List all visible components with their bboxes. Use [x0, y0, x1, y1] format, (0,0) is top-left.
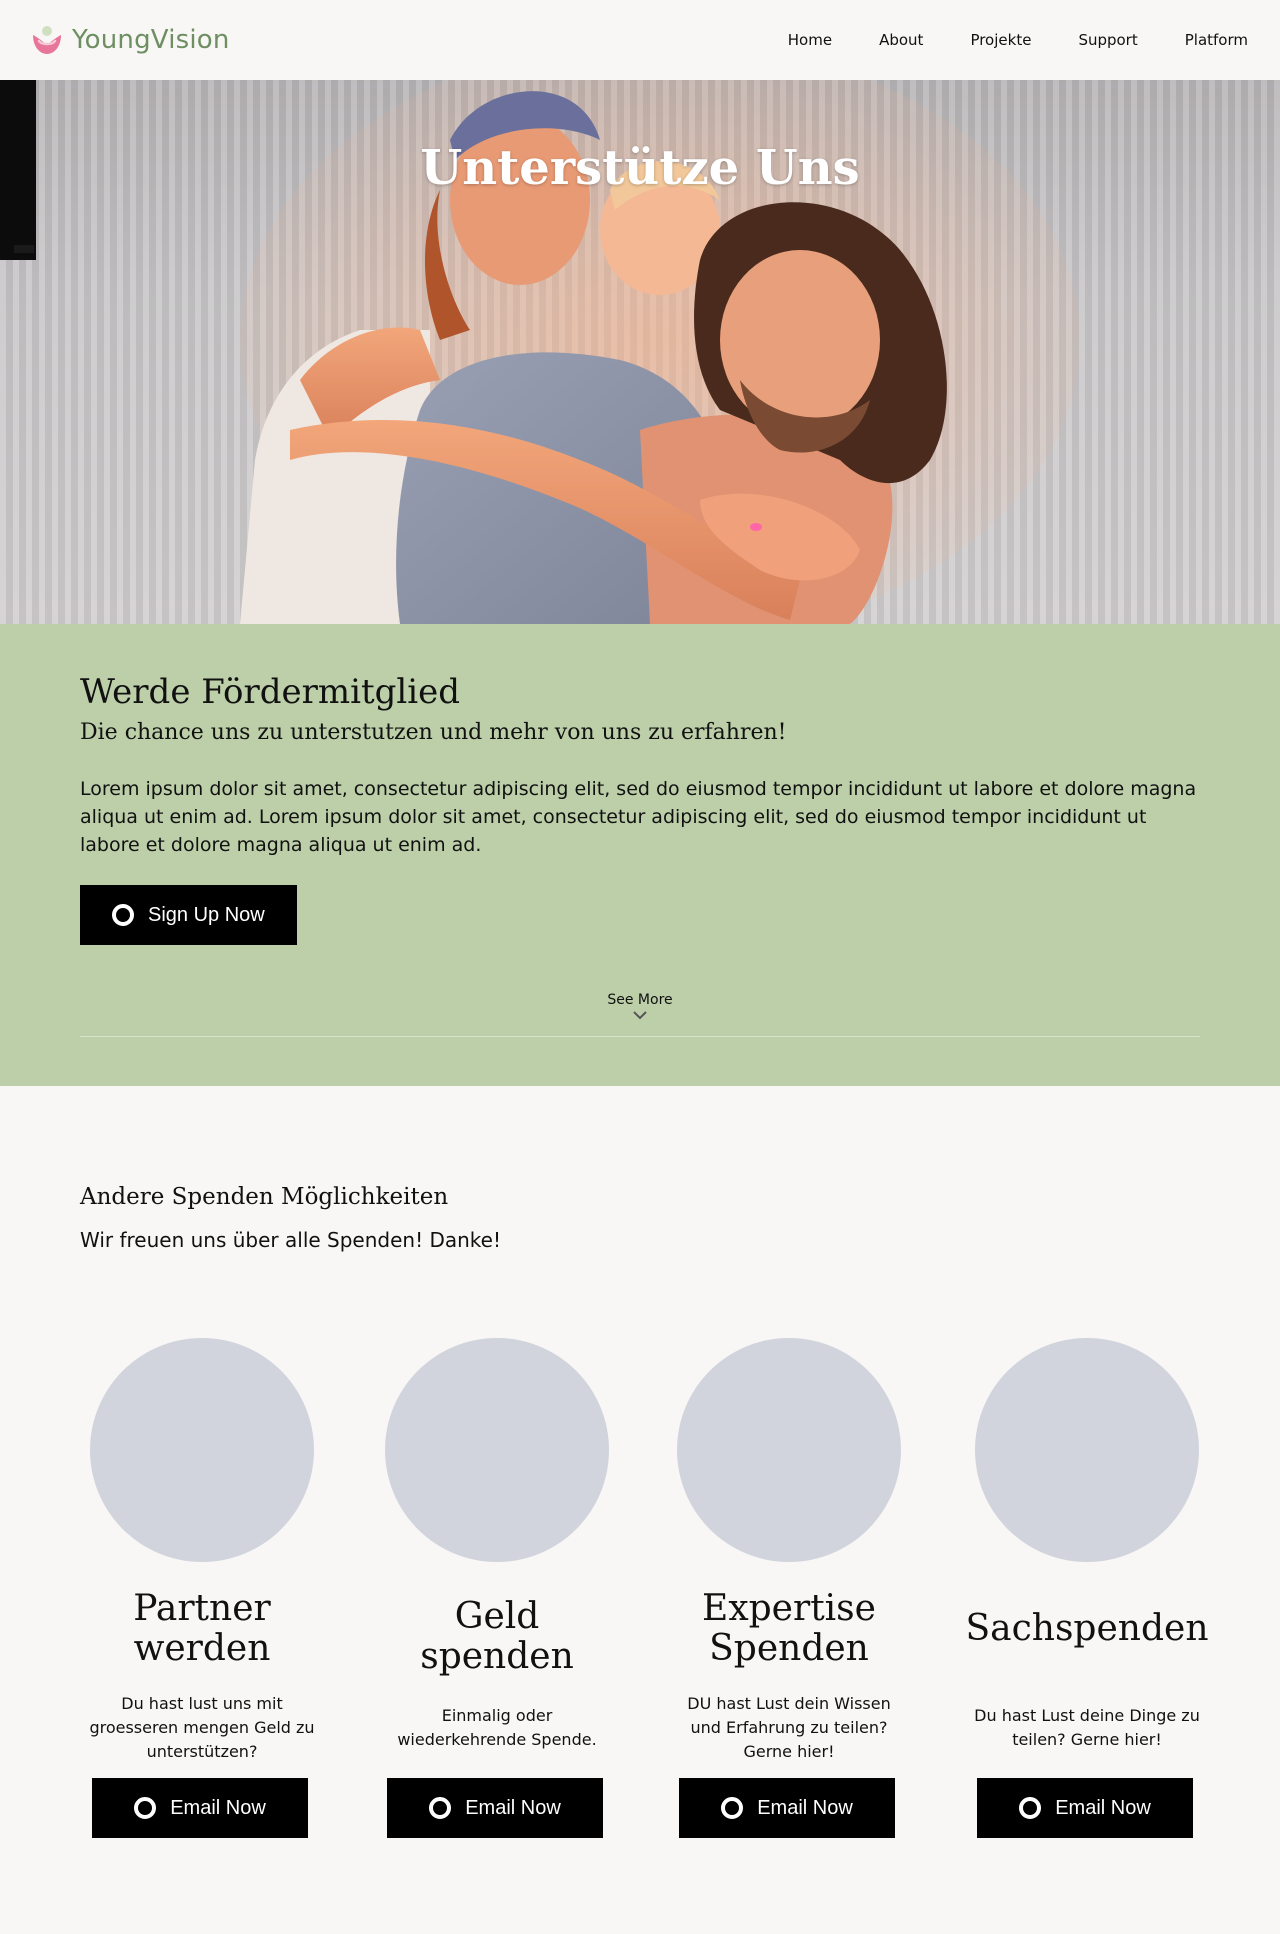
site-header: YoungVision Home About Projekte Support …: [0, 0, 1280, 80]
ring-icon: [429, 1797, 452, 1819]
email-now-label: Email Now: [465, 1796, 561, 1819]
card-image-placeholder: [677, 1338, 901, 1562]
logo-icon: [33, 26, 61, 54]
hero-banner: Unterstütze Uns: [0, 80, 1280, 624]
donations-header: Andere Spenden Möglichkeiten Wir freuen …: [80, 1184, 501, 1252]
nav-item-home[interactable]: Home: [741, 31, 832, 49]
sign-up-label: Sign Up Now: [148, 903, 265, 926]
card-expertise: Expertise Spenden DU hast Lust dein Wiss…: [669, 1338, 909, 1858]
nav-item-about[interactable]: About: [832, 31, 923, 49]
card-title: Partner werden: [133, 1588, 271, 1669]
ring-icon: [134, 1797, 157, 1819]
ring-icon: [1019, 1797, 1042, 1819]
hero-title: Unterstütze Uns: [420, 140, 860, 196]
email-now-button[interactable]: Email Now: [387, 1778, 603, 1838]
email-now-label: Email Now: [1055, 1796, 1151, 1819]
brand-name: YoungVision: [72, 25, 230, 55]
ring-icon: [721, 1797, 744, 1819]
see-more-label: See More: [607, 992, 673, 1008]
membership-section: Werde Fördermitglied Die chance uns zu u…: [0, 624, 1280, 1086]
card-partner: Partner werden Du hast lust uns mit groe…: [82, 1338, 322, 1858]
section-divider: [80, 1036, 1200, 1037]
membership-subtitle: Die chance uns zu unterstutzen und mehr …: [80, 720, 787, 745]
card-sachspenden: Sachspenden Du hast Lust deine Dinge zu …: [965, 1338, 1209, 1858]
card-description: Du hast Lust deine Dinge zu teilen? Gern…: [974, 1706, 1200, 1749]
donation-cards: Partner werden Du hast lust uns mit groe…: [80, 1338, 1209, 1858]
email-now-label: Email Now: [170, 1796, 266, 1819]
chevron-down-icon: [633, 1011, 647, 1020]
nav-item-support[interactable]: Support: [1031, 31, 1137, 49]
card-description: Einmalig oder wiederkehrende Spende.: [397, 1706, 597, 1749]
card-title: Geld spenden: [420, 1596, 574, 1677]
main-nav: Home About Projekte Support Platform: [741, 31, 1248, 49]
nav-item-projekte[interactable]: Projekte: [923, 31, 1031, 49]
ring-icon: [112, 904, 134, 926]
donations-title: Andere Spenden Möglichkeiten: [80, 1184, 449, 1210]
see-more-link[interactable]: See More: [0, 992, 1280, 1020]
email-now-label: Email Now: [757, 1796, 853, 1819]
card-description: DU hast Lust dein Wissen und Erfahrung z…: [687, 1694, 891, 1761]
card-description: Du hast lust uns mit groesseren mengen G…: [89, 1694, 315, 1761]
email-now-button[interactable]: Email Now: [977, 1778, 1193, 1838]
nav-item-platform[interactable]: Platform: [1138, 31, 1248, 49]
card-image-placeholder: [975, 1338, 1199, 1562]
email-now-button[interactable]: Email Now: [679, 1778, 895, 1838]
card-geld: Geld spenden Einmalig oder wiederkehrend…: [377, 1338, 617, 1858]
card-image-placeholder: [385, 1338, 609, 1562]
card-title: Sachspenden: [965, 1608, 1209, 1649]
donations-subtitle: Wir freuen uns über alle Spenden! Danke!: [80, 1228, 501, 1252]
membership-body: Lorem ipsum dolor sit amet, consectetur …: [80, 778, 1197, 856]
card-title: Expertise Spenden: [702, 1588, 876, 1669]
brand[interactable]: YoungVision: [30, 23, 230, 57]
email-now-button[interactable]: Email Now: [92, 1778, 308, 1838]
membership-title: Werde Fördermitglied: [80, 672, 461, 712]
sign-up-button[interactable]: Sign Up Now: [80, 885, 297, 945]
card-image-placeholder: [90, 1338, 314, 1562]
